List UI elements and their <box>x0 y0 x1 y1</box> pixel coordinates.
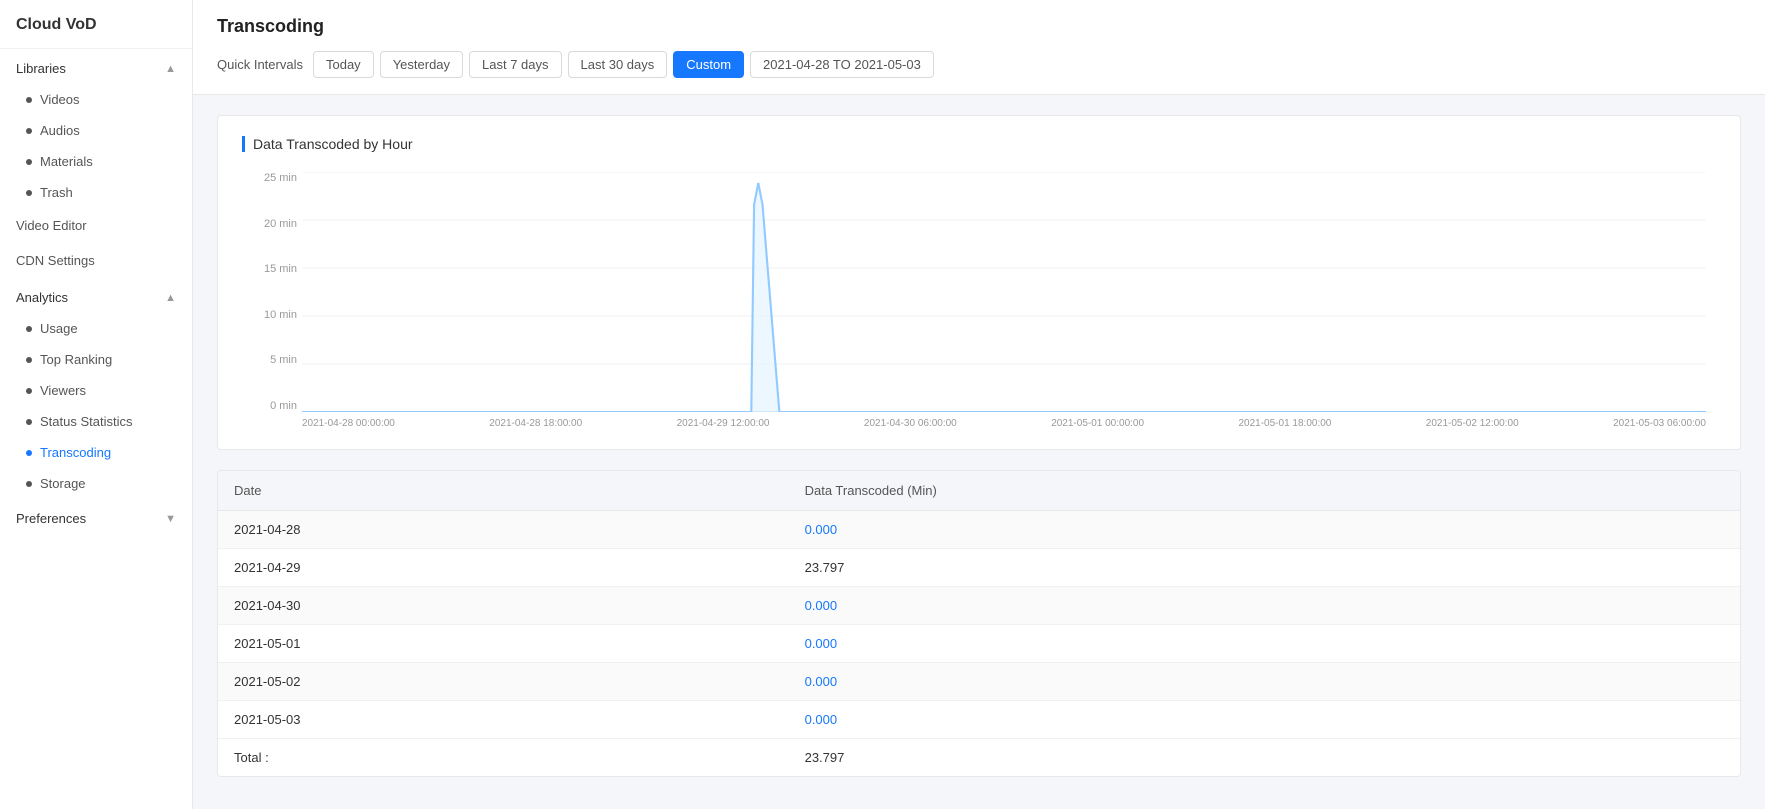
dot-icon <box>26 357 32 363</box>
page-header: Transcoding Quick Intervals Today Yester… <box>193 0 1765 95</box>
sidebar-item-usage[interactable]: Usage <box>0 313 192 344</box>
dot-icon <box>26 419 32 425</box>
y-label-15: 15 min <box>242 263 297 275</box>
main-content-area: Transcoding Quick Intervals Today Yester… <box>193 0 1765 809</box>
cell-date: 2021-04-28 <box>218 511 789 549</box>
cell-value: 0.000 <box>789 701 1740 739</box>
sidebar-item-transcoding[interactable]: Transcoding <box>0 437 192 468</box>
y-label-5: 5 min <box>242 354 297 366</box>
x-label-4: 2021-05-01 00:00:00 <box>1051 418 1144 429</box>
dot-icon <box>26 326 32 332</box>
table-row: 2021-05-010.000 <box>218 625 1740 663</box>
chart-title: Data Transcoded by Hour <box>242 136 1716 152</box>
preferences-label: Preferences <box>16 511 86 526</box>
dot-icon <box>26 450 32 456</box>
table-row: 2021-05-030.000 <box>218 701 1740 739</box>
sidebar-item-viewers[interactable]: Viewers <box>0 375 192 406</box>
dot-icon <box>26 388 32 394</box>
btn-last30days[interactable]: Last 30 days <box>568 51 668 78</box>
dot-icon <box>26 128 32 134</box>
btn-yesterday[interactable]: Yesterday <box>380 51 463 78</box>
libraries-items: Videos Audios Materials Trash <box>0 84 192 208</box>
table-body: 2021-04-280.0002021-04-2923.7972021-04-3… <box>218 511 1740 777</box>
btn-custom[interactable]: Custom <box>673 51 744 78</box>
data-table-card: Date Data Transcoded (Min) 2021-04-280.0… <box>217 470 1741 777</box>
preferences-chevron: ▼ <box>165 513 176 525</box>
x-label-0: 2021-04-28 00:00:00 <box>302 418 395 429</box>
cell-date: 2021-05-01 <box>218 625 789 663</box>
dot-icon <box>26 159 32 165</box>
y-axis: 0 min 5 min 10 min 15 min 20 min 25 min <box>242 172 297 412</box>
preferences-section[interactable]: Preferences ▼ <box>0 499 192 534</box>
col-header-date: Date <box>218 471 789 511</box>
sidebar: Cloud VoD Libraries ▲ Videos Audios Mate… <box>0 0 193 809</box>
cell-date: 2021-04-29 <box>218 549 789 587</box>
x-label-7: 2021-05-03 06:00:00 <box>1613 418 1706 429</box>
quick-intervals-label: Quick Intervals <box>217 57 303 72</box>
x-label-3: 2021-04-30 06:00:00 <box>864 418 957 429</box>
sidebar-item-storage[interactable]: Storage <box>0 468 192 499</box>
btn-today[interactable]: Today <box>313 51 374 78</box>
analytics-chevron: ▲ <box>165 292 176 304</box>
y-label-25: 25 min <box>242 172 297 184</box>
btn-last7days[interactable]: Last 7 days <box>469 51 562 78</box>
cell-value: 0.000 <box>789 663 1740 701</box>
sidebar-item-audios[interactable]: Audios <box>0 115 192 146</box>
libraries-section[interactable]: Libraries ▲ <box>0 49 192 84</box>
cell-date: 2021-05-02 <box>218 663 789 701</box>
chart-card: Data Transcoded by Hour 0 min 5 min 10 m… <box>217 115 1741 450</box>
transcoding-table: Date Data Transcoded (Min) 2021-04-280.0… <box>218 471 1740 776</box>
table-header-row: Date Data Transcoded (Min) <box>218 471 1740 511</box>
dot-icon <box>26 97 32 103</box>
table-total-row: Total :23.797 <box>218 739 1740 777</box>
table-row: 2021-04-280.000 <box>218 511 1740 549</box>
analytics-section[interactable]: Analytics ▲ <box>0 278 192 313</box>
table-row: 2021-05-020.000 <box>218 663 1740 701</box>
x-label-5: 2021-05-01 18:00:00 <box>1238 418 1331 429</box>
dot-icon <box>26 190 32 196</box>
dot-icon <box>26 481 32 487</box>
sidebar-item-video-editor[interactable]: Video Editor <box>0 208 192 243</box>
chart-container: 0 min 5 min 10 min 15 min 20 min 25 min <box>242 172 1716 429</box>
quick-intervals-bar: Quick Intervals Today Yesterday Last 7 d… <box>217 51 1741 78</box>
chart-plot-area: 0 min 5 min 10 min 15 min 20 min 25 min <box>302 172 1706 412</box>
cell-value: 0.000 <box>789 587 1740 625</box>
analytics-label: Analytics <box>16 290 68 305</box>
x-label-2: 2021-04-29 12:00:00 <box>677 418 770 429</box>
x-axis: 2021-04-28 00:00:00 2021-04-28 18:00:00 … <box>302 418 1706 429</box>
sidebar-item-top-ranking[interactable]: Top Ranking <box>0 344 192 375</box>
table-row: 2021-04-2923.797 <box>218 549 1740 587</box>
main-body: Data Transcoded by Hour 0 min 5 min 10 m… <box>193 95 1765 809</box>
libraries-label: Libraries <box>16 61 66 76</box>
cell-date: 2021-04-30 <box>218 587 789 625</box>
sidebar-item-cdn-settings[interactable]: CDN Settings <box>0 243 192 278</box>
cell-value: 0.000 <box>789 511 1740 549</box>
x-label-6: 2021-05-02 12:00:00 <box>1426 418 1519 429</box>
y-label-0: 0 min <box>242 400 297 412</box>
cell-value: 0.000 <box>789 625 1740 663</box>
sidebar-item-materials[interactable]: Materials <box>0 146 192 177</box>
col-header-data: Data Transcoded (Min) <box>789 471 1740 511</box>
chart-svg <box>302 172 1706 412</box>
page-title: Transcoding <box>217 16 1741 37</box>
x-label-1: 2021-04-28 18:00:00 <box>489 418 582 429</box>
libraries-chevron: ▲ <box>165 63 176 75</box>
sidebar-item-videos[interactable]: Videos <box>0 84 192 115</box>
y-label-10: 10 min <box>242 309 297 321</box>
y-label-20: 20 min <box>242 218 297 230</box>
table-row: 2021-04-300.000 <box>218 587 1740 625</box>
cell-date: 2021-05-03 <box>218 701 789 739</box>
sidebar-item-trash[interactable]: Trash <box>0 177 192 208</box>
cell-value: 23.797 <box>789 549 1740 587</box>
total-label: Total : <box>218 739 789 777</box>
analytics-items: Usage Top Ranking Viewers Status Statist… <box>0 313 192 499</box>
date-range-display[interactable]: 2021-04-28 TO 2021-05-03 <box>750 51 934 78</box>
app-logo: Cloud VoD <box>0 0 192 49</box>
total-value: 23.797 <box>789 739 1740 777</box>
sidebar-item-status-statistics[interactable]: Status Statistics <box>0 406 192 437</box>
